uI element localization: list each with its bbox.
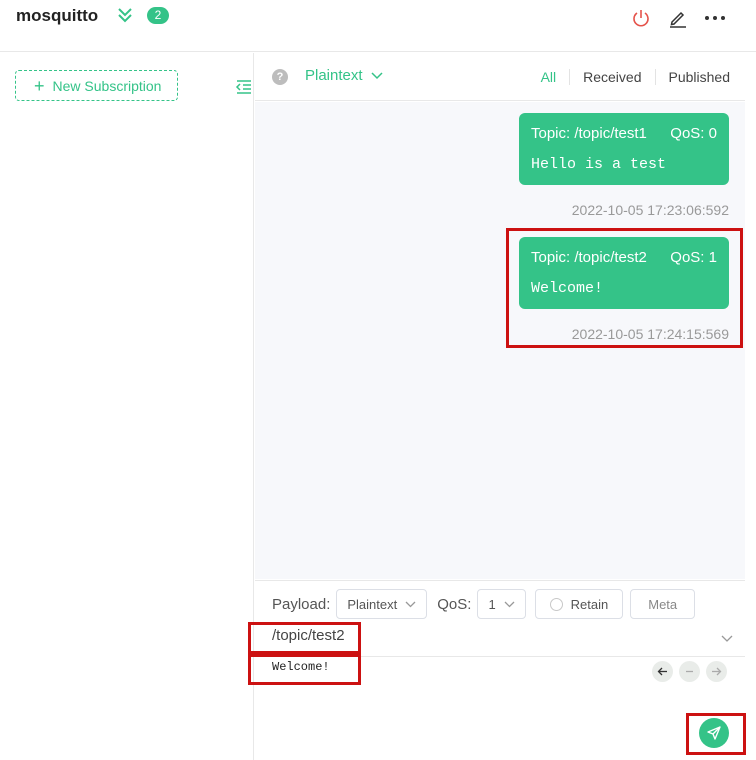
power-icon xyxy=(633,10,649,27)
messages-toolbar: ? Plaintext All Received Published xyxy=(255,53,745,101)
qos-label: QoS: xyxy=(437,595,472,613)
payload-format-value: Plaintext xyxy=(347,596,398,612)
minus-icon xyxy=(686,670,693,673)
retain-label: Retain xyxy=(570,596,609,612)
subscriptions-sidebar: + New Subscription xyxy=(0,53,254,760)
plus-icon: + xyxy=(34,75,45,96)
filter-tab-all[interactable]: All xyxy=(528,69,570,85)
history-forward-button[interactable] xyxy=(706,661,727,682)
divider xyxy=(255,656,745,657)
payload-format-select[interactable]: Plaintext xyxy=(336,589,428,619)
retain-radio[interactable] xyxy=(549,597,563,611)
more-button[interactable] xyxy=(703,6,727,30)
message-payload: Hello is a test xyxy=(531,156,667,173)
more-icon xyxy=(705,16,725,20)
edit-icon xyxy=(670,11,686,28)
arrow-right-icon xyxy=(712,667,722,676)
help-icon[interactable]: ? xyxy=(272,69,288,85)
arrow-left-icon xyxy=(657,667,667,676)
message-payload: Welcome! xyxy=(531,280,604,297)
edit-connection-button[interactable] xyxy=(666,6,690,30)
message-qos: QoS: 0 xyxy=(670,125,717,142)
chevron-down-icon xyxy=(504,601,515,607)
message-format-select[interactable]: Plaintext xyxy=(305,67,383,84)
filter-tab-received[interactable]: Received xyxy=(569,69,654,85)
new-subscription-button[interactable]: + New Subscription xyxy=(15,70,178,101)
payload-input[interactable] xyxy=(272,660,632,674)
send-icon xyxy=(707,726,721,740)
history-back-button[interactable] xyxy=(652,661,673,682)
chevron-double-down-icon[interactable] xyxy=(116,6,134,24)
send-button[interactable] xyxy=(699,718,729,748)
qos-value: 1 xyxy=(488,596,496,612)
chevron-down-icon xyxy=(371,71,383,79)
retain-toggle[interactable]: Retain xyxy=(534,589,624,619)
message-bubble[interactable]: Topic: /topic/test2 QoS: 1 Welcome! xyxy=(519,237,729,309)
message-timestamp: 2022-10-05 17:23:06:592 xyxy=(571,202,729,218)
disconnect-button[interactable] xyxy=(629,6,653,30)
message-topic: Topic: /topic/test2 xyxy=(531,249,647,266)
chevron-down-icon[interactable] xyxy=(720,632,734,646)
filter-tab-published[interactable]: Published xyxy=(654,69,744,85)
message-format-value: Plaintext xyxy=(305,67,363,84)
message-topic: Topic: /topic/test1 xyxy=(531,125,647,142)
meta-button[interactable]: Meta xyxy=(630,589,696,619)
publish-panel: Payload: Plaintext QoS: 1 Retain Meta xyxy=(255,580,745,760)
payload-label: Payload: xyxy=(272,595,331,613)
message-bubble[interactable]: Topic: /topic/test1 QoS: 0 Hello is a te… xyxy=(519,113,729,185)
connection-header: mosquitto 2 xyxy=(0,0,756,52)
connection-name: mosquitto xyxy=(16,6,99,25)
new-subscription-label: New Subscription xyxy=(52,77,162,94)
topic-input[interactable] xyxy=(272,627,712,644)
connection-count-badge: 2 xyxy=(147,7,169,24)
message-qos: QoS: 1 xyxy=(670,249,717,266)
collapse-sidebar-icon[interactable] xyxy=(235,78,253,96)
message-timestamp: 2022-10-05 17:24:15:569 xyxy=(571,326,729,342)
history-clear-button[interactable] xyxy=(679,661,700,682)
message-filter-tabs: All Received Published xyxy=(528,69,743,85)
chevron-down-icon xyxy=(405,601,416,607)
message-list: Topic: /topic/test1 QoS: 0 Hello is a te… xyxy=(255,102,745,579)
qos-select[interactable]: 1 xyxy=(477,589,526,619)
